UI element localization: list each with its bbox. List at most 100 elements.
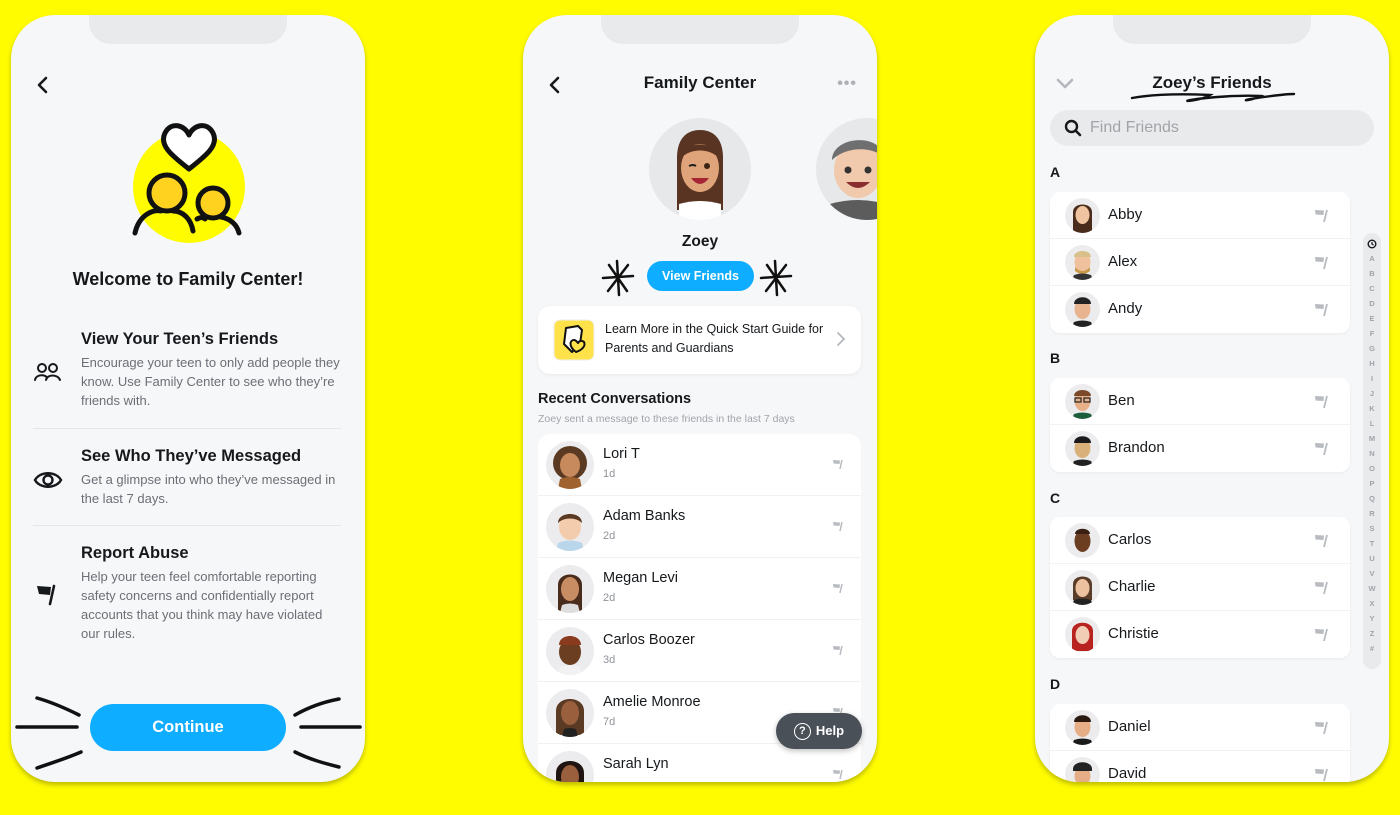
- friend-name: Carlos Boozer: [603, 632, 695, 648]
- find-friends-search[interactable]: [1050, 110, 1374, 146]
- last-message-time: 2d: [603, 592, 616, 604]
- index-letter[interactable]: M: [1363, 431, 1381, 446]
- continue-button[interactable]: Continue: [90, 704, 286, 751]
- friend-row[interactable]: Abby: [1050, 192, 1350, 239]
- index-letter[interactable]: G: [1363, 341, 1381, 356]
- index-letter[interactable]: W: [1363, 581, 1381, 596]
- friends-list-screen: Zoey’s Friends A Abby Alex Andy B Ben Br…: [1035, 15, 1389, 782]
- index-letter[interactable]: U: [1363, 551, 1381, 566]
- sparkle-decoration-icon: [759, 259, 793, 297]
- friend-row[interactable]: Alex: [1050, 239, 1350, 286]
- index-letter[interactable]: Q: [1363, 491, 1381, 506]
- friend-avatar: [1065, 757, 1100, 782]
- index-letter[interactable]: L: [1363, 416, 1381, 431]
- report-flag-icon[interactable]: [1314, 439, 1332, 457]
- index-letter[interactable]: B: [1363, 266, 1381, 281]
- friends-group-c: Carlos Charlie Christie: [1050, 517, 1350, 658]
- index-letter[interactable]: H: [1363, 356, 1381, 371]
- index-letter[interactable]: F: [1363, 326, 1381, 341]
- index-letter[interactable]: K: [1363, 401, 1381, 416]
- feature-description: Encourage your teen to only add people t…: [81, 355, 340, 408]
- index-letter[interactable]: X: [1363, 596, 1381, 611]
- index-letter[interactable]: D: [1363, 296, 1381, 311]
- report-flag-icon[interactable]: [832, 519, 846, 533]
- eye-icon: [33, 465, 63, 495]
- friend-name: Amelie Monroe: [603, 694, 701, 710]
- flag-icon: [33, 580, 63, 610]
- back-button[interactable]: [33, 75, 53, 95]
- friend-row[interactable]: David: [1050, 751, 1350, 782]
- quick-start-guide-card[interactable]: Learn More in the Quick Start Guide for …: [538, 306, 861, 374]
- index-letter[interactable]: Y: [1363, 611, 1381, 626]
- report-flag-icon[interactable]: [1314, 531, 1332, 549]
- index-letter[interactable]: P: [1363, 476, 1381, 491]
- friends-group-d: Daniel David: [1050, 704, 1350, 782]
- report-flag-icon[interactable]: [832, 643, 846, 657]
- index-letter[interactable]: A: [1363, 251, 1381, 266]
- report-flag-icon[interactable]: [1314, 300, 1332, 318]
- index-letter[interactable]: S: [1363, 521, 1381, 536]
- recent-clock-icon[interactable]: [1367, 239, 1377, 249]
- section-letter: B: [1050, 350, 1061, 366]
- friend-avatar: [546, 751, 594, 782]
- index-letter[interactable]: E: [1363, 311, 1381, 326]
- report-flag-icon[interactable]: [1314, 578, 1332, 596]
- conversation-row[interactable]: Sarah Lyn: [538, 744, 861, 782]
- friend-name: David: [1108, 765, 1147, 782]
- friend-avatar: [546, 503, 594, 551]
- report-flag-icon[interactable]: [1314, 765, 1332, 782]
- report-flag-icon[interactable]: [832, 457, 846, 471]
- index-letter[interactable]: Z: [1363, 626, 1381, 641]
- conversation-row[interactable]: Carlos Boozer 3d: [538, 620, 861, 682]
- find-friends-input[interactable]: [1090, 110, 1360, 146]
- conversation-row[interactable]: Lori T 1d: [538, 434, 861, 496]
- report-flag-icon[interactable]: [1314, 206, 1332, 224]
- report-flag-icon[interactable]: [832, 767, 846, 781]
- index-letter[interactable]: T: [1363, 536, 1381, 551]
- index-letter[interactable]: R: [1363, 506, 1381, 521]
- more-options-icon[interactable]: •••: [837, 75, 857, 93]
- divider: [33, 428, 341, 429]
- friend-name: Megan Levi: [603, 570, 678, 586]
- friend-name: Andy: [1108, 300, 1143, 317]
- friend-row[interactable]: Daniel: [1050, 704, 1350, 751]
- conversation-row[interactable]: Megan Levi 2d: [538, 558, 861, 620]
- friend-row[interactable]: Christie: [1050, 611, 1350, 658]
- index-letter[interactable]: I: [1363, 371, 1381, 386]
- friend-row[interactable]: Brandon: [1050, 425, 1350, 472]
- index-letter[interactable]: V: [1363, 566, 1381, 581]
- index-letter[interactable]: #: [1363, 641, 1381, 656]
- family-center-screen: Family Center ••• Zoey View Friends Lear…: [523, 15, 877, 782]
- feature-report-abuse: Report Abuse Help your teen feel comfort…: [33, 544, 343, 644]
- index-letter[interactable]: J: [1363, 386, 1381, 401]
- view-friends-button[interactable]: View Friends: [647, 261, 754, 291]
- alphabet-index-scrollbar[interactable]: A B C D E F G H I J K L M N O P Q R S T U V W X Y Z #: [1363, 233, 1381, 669]
- friend-row[interactable]: Andy: [1050, 286, 1350, 333]
- report-flag-icon[interactable]: [1314, 253, 1332, 271]
- teen-avatar[interactable]: [649, 118, 751, 220]
- index-letter[interactable]: C: [1363, 281, 1381, 296]
- friend-name: Lori T: [603, 446, 640, 462]
- report-flag-icon[interactable]: [1314, 625, 1332, 643]
- friend-avatar: [1065, 617, 1100, 652]
- index-letter[interactable]: O: [1363, 461, 1381, 476]
- report-flag-icon[interactable]: [1314, 392, 1332, 410]
- index-letter[interactable]: N: [1363, 446, 1381, 461]
- feature-description: Help your teen feel comfortable reportin…: [81, 569, 323, 641]
- feature-description: Get a glimpse into who they’ve messaged …: [81, 472, 336, 506]
- friend-name: Abby: [1108, 206, 1143, 223]
- report-flag-icon[interactable]: [832, 581, 846, 595]
- friend-avatar: [1065, 710, 1100, 745]
- friend-row[interactable]: Ben: [1050, 378, 1350, 425]
- last-message-time: 1d: [603, 468, 616, 480]
- friend-row[interactable]: Carlos: [1050, 517, 1350, 564]
- report-flag-icon[interactable]: [1314, 718, 1332, 736]
- friend-row[interactable]: Charlie: [1050, 564, 1350, 611]
- divider: [33, 525, 341, 526]
- page-title: Zoey’s Friends: [1152, 73, 1272, 92]
- help-button[interactable]: ? Help: [776, 713, 862, 749]
- friend-avatar: [546, 627, 594, 675]
- parent-avatar[interactable]: [816, 118, 877, 220]
- conversation-row[interactable]: Adam Banks 2d: [538, 496, 861, 558]
- friend-avatar: [546, 565, 594, 613]
